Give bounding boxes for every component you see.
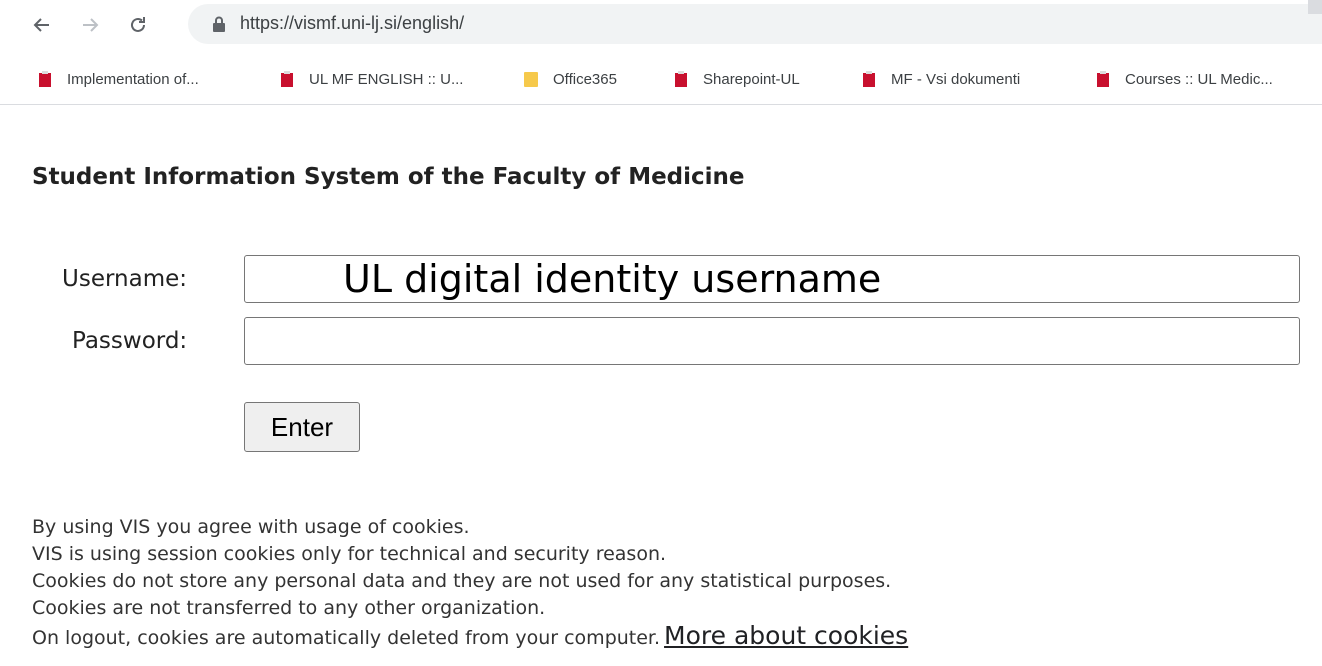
- username-label: Username:: [62, 266, 187, 292]
- bookmark-label: MF - Vsi dokumenti: [891, 70, 1021, 88]
- password-input[interactable]: [244, 317, 1300, 365]
- bookmark-item[interactable]: Office365: [522, 68, 617, 90]
- red-bookmark-icon: [39, 71, 51, 87]
- red-bookmark-icon: [863, 71, 875, 87]
- red-bookmark-icon: [281, 71, 293, 87]
- red-bookmark-icon: [1097, 71, 1109, 87]
- bookmark-label: Office365: [553, 70, 617, 88]
- folder-icon: [524, 72, 538, 87]
- notice-line: Cookies do not store any personal data a…: [32, 570, 892, 592]
- browser-toolbar: https://vismf.uni-lj.si/english/: [0, 0, 1322, 52]
- forward-arrow-icon[interactable]: [74, 9, 106, 41]
- lock-icon: [212, 16, 226, 36]
- enter-button[interactable]: Enter: [244, 402, 360, 452]
- bookmark-item[interactable]: Sharepoint-UL: [672, 68, 800, 90]
- bookmark-item[interactable]: Courses :: UL Medic...: [1094, 68, 1273, 90]
- bookmark-item[interactable]: Implementation of...: [36, 68, 199, 90]
- password-label: Password:: [72, 328, 188, 354]
- bookmark-label: UL MF ENGLISH :: U...: [309, 70, 464, 88]
- username-input[interactable]: [244, 255, 1300, 303]
- cookie-notice: By using VIS you agree with usage of coo…: [32, 514, 908, 652]
- bookmark-label: Implementation of...: [67, 70, 199, 88]
- back-arrow-icon[interactable]: [26, 9, 58, 41]
- notice-line-last: On logout, cookies are automatically del…: [32, 622, 908, 652]
- bookmarks-bar: Implementation of... UL MF ENGLISH :: U.…: [0, 52, 1322, 105]
- reload-icon[interactable]: [122, 9, 154, 41]
- url-text: https://vismf.uni-lj.si/english/: [240, 13, 465, 33]
- bookmark-label: Sharepoint-UL: [703, 70, 800, 88]
- page-title: Student Information System of the Facult…: [32, 164, 745, 190]
- red-bookmark-icon: [675, 71, 687, 87]
- notice-line: VIS is using session cookies only for te…: [32, 543, 667, 565]
- bookmark-label: Courses :: UL Medic...: [1125, 70, 1273, 88]
- bookmark-item[interactable]: MF - Vsi dokumenti: [860, 68, 1020, 90]
- notice-line: On logout, cookies are automatically del…: [32, 627, 661, 649]
- bookmark-item[interactable]: UL MF ENGLISH :: U...: [278, 68, 463, 90]
- window-edge: [1308, 0, 1322, 14]
- notice-line: Cookies are not transferred to any other…: [32, 597, 546, 619]
- more-about-cookies-link[interactable]: More about cookies: [664, 621, 908, 650]
- notice-line: By using VIS you agree with usage of coo…: [32, 516, 470, 538]
- address-bar[interactable]: https://vismf.uni-lj.si/english/: [188, 4, 1322, 44]
